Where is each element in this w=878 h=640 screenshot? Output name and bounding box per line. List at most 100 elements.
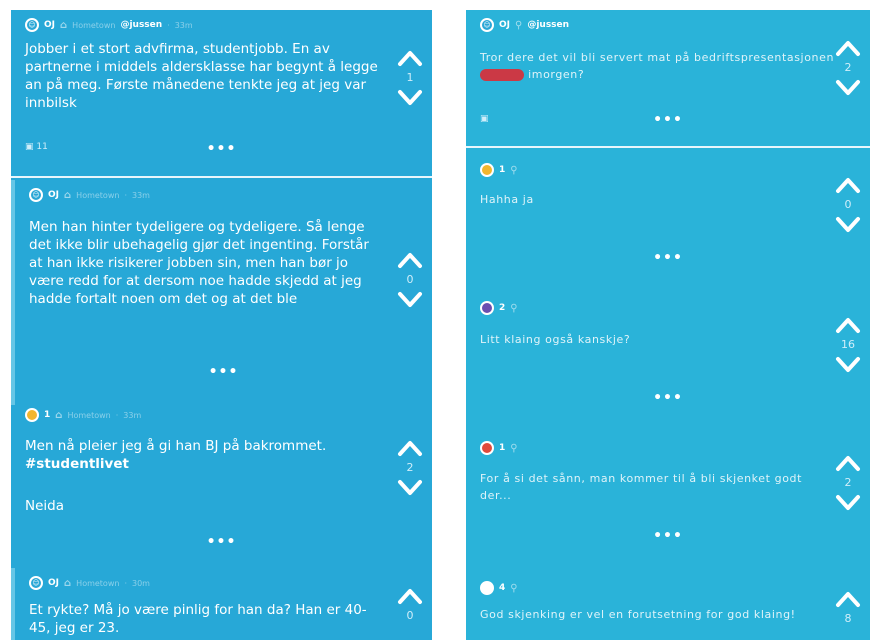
downvote-icon[interactable] bbox=[397, 290, 423, 310]
upvote-icon[interactable] bbox=[835, 175, 861, 195]
vote-count: 2 bbox=[844, 61, 852, 74]
channel-handle[interactable]: @jussen bbox=[120, 20, 162, 30]
more-options-button[interactable]: ••• bbox=[466, 112, 870, 128]
more-options-button[interactable]: ••• bbox=[466, 528, 870, 544]
op-badge-icon: ☺ bbox=[29, 576, 43, 590]
location-label: Hometown bbox=[67, 410, 111, 420]
user-badge-icon bbox=[480, 441, 494, 455]
more-options-button[interactable]: ••• bbox=[466, 250, 870, 266]
user-badge-icon bbox=[25, 408, 39, 422]
channel-handle[interactable]: @jussen bbox=[527, 20, 569, 30]
username: 1 bbox=[44, 410, 51, 420]
upvote-icon[interactable] bbox=[397, 586, 423, 606]
post-text: Et rykte? Må jo være pinlig for han da? … bbox=[29, 602, 367, 636]
post-meta: 1 ⚲ bbox=[480, 161, 518, 179]
post-time: 33m bbox=[123, 410, 142, 420]
username: OJ bbox=[48, 578, 59, 588]
post-text: For å si det sånn, man kommer til å bli … bbox=[480, 472, 803, 502]
user-badge-icon bbox=[480, 163, 494, 177]
location-label: Hometown bbox=[76, 578, 120, 588]
reply-post: 1 ⌂ Hometown · 33m Men nå pleier jeg å g… bbox=[11, 400, 432, 560]
hometown-icon: ⌂ bbox=[60, 19, 68, 31]
hometown-icon: ⌂ bbox=[55, 409, 63, 421]
post-text-extra: Neida bbox=[25, 498, 64, 514]
post-text: Men han hinter tydeligere og tydeligere.… bbox=[29, 219, 369, 307]
downvote-icon[interactable] bbox=[397, 88, 423, 108]
location-pin-icon: ⚲ bbox=[510, 582, 518, 594]
downvote-icon[interactable] bbox=[835, 493, 861, 513]
post-time: 33m bbox=[174, 20, 193, 30]
vote-count: 2 bbox=[844, 476, 852, 489]
user-badge-icon bbox=[480, 581, 494, 595]
upvote-icon[interactable] bbox=[835, 38, 861, 58]
post-meta: 4 ⚲ bbox=[480, 579, 518, 597]
op-badge-icon: ☺ bbox=[480, 18, 494, 32]
time-sep: · bbox=[115, 410, 119, 420]
post-text: Men nå pleier jeg å gi han BJ på bakromm… bbox=[25, 437, 381, 473]
reply-post: ☺ OJ ⌂ Hometown · 30m Et rykte? Må jo væ… bbox=[11, 568, 432, 640]
op-divider bbox=[11, 176, 432, 178]
reply-post: ☺ OJ ⌂ Hometown · 33m Men han hinter tyd… bbox=[11, 180, 432, 405]
vote-control: 2 bbox=[396, 438, 424, 498]
op-badge-icon: ☺ bbox=[29, 188, 43, 202]
op-divider bbox=[466, 146, 870, 148]
upvote-icon[interactable] bbox=[835, 589, 861, 609]
vote-control: 0 bbox=[396, 250, 424, 310]
post-text-main: Men nå pleier jeg å gi han BJ på bakromm… bbox=[25, 438, 327, 454]
post-meta: ☺ OJ ⌂ Hometown @jussen · 33m bbox=[25, 16, 193, 34]
more-options-button[interactable]: ••• bbox=[11, 141, 432, 157]
username: OJ bbox=[44, 20, 55, 30]
downvote-icon[interactable] bbox=[397, 478, 423, 498]
upvote-icon[interactable] bbox=[835, 315, 861, 335]
upvote-icon[interactable] bbox=[397, 438, 423, 458]
vote-control: 2 bbox=[834, 453, 862, 513]
vote-count: 2 bbox=[406, 461, 414, 474]
post-meta: ☺ OJ ⚲ @jussen bbox=[480, 16, 569, 34]
post-meta: 2 ⚲ bbox=[480, 299, 518, 317]
post-text-part: Tror dere det vil bli servert mat på bed… bbox=[480, 51, 835, 64]
op-badge-icon: ☺ bbox=[25, 18, 39, 32]
vote-control: 2 bbox=[834, 38, 862, 98]
more-options-button[interactable]: ••• bbox=[15, 364, 432, 380]
reply-post: 1 ⚲ Hahha ja 0 ••• bbox=[466, 155, 870, 290]
location-label: Hometown bbox=[72, 20, 116, 30]
post-meta: ☺ OJ ⌂ Hometown · 30m bbox=[29, 574, 150, 592]
upvote-icon[interactable] bbox=[397, 48, 423, 68]
post-text-part: imorgen? bbox=[524, 68, 585, 81]
hometown-icon: ⌂ bbox=[64, 577, 72, 589]
downvote-icon[interactable] bbox=[835, 355, 861, 375]
post-meta: 1 ⚲ bbox=[480, 439, 518, 457]
post-time: 33m bbox=[132, 190, 150, 200]
location-pin-icon: ⚲ bbox=[510, 442, 518, 454]
vote-control: 8 bbox=[834, 589, 862, 629]
post-text: Hahha ja bbox=[480, 193, 534, 206]
username: 4 bbox=[499, 583, 506, 593]
vote-count: 16 bbox=[841, 338, 855, 351]
vote-control: 0 bbox=[834, 175, 862, 235]
post-text: God skjenking er vel en forutsetning for… bbox=[480, 608, 796, 621]
user-badge-icon bbox=[480, 301, 494, 315]
upvote-icon[interactable] bbox=[835, 453, 861, 473]
post-text: Tror dere det vil bli servert mat på bed… bbox=[480, 49, 836, 83]
right-screenshot-panel: ☺ OJ ⚲ @jussen Tror dere det vil bli ser… bbox=[466, 10, 870, 640]
hashtag-link[interactable]: #studentlivet bbox=[25, 456, 129, 472]
original-post: ☺ OJ ⌂ Hometown @jussen · 33m Jobber i e… bbox=[11, 10, 432, 175]
username: 1 bbox=[499, 443, 506, 453]
time-sep: · bbox=[124, 190, 127, 200]
post-text: Jobber i et stort advfirma, studentjobb.… bbox=[25, 41, 378, 111]
location-pin-icon: ⚲ bbox=[510, 164, 518, 176]
time-sep: · bbox=[167, 20, 170, 30]
more-options-button[interactable]: ••• bbox=[11, 534, 432, 550]
username: OJ bbox=[48, 190, 59, 200]
left-screenshot-panel: ☺ OJ ⌂ Hometown @jussen · 33m Jobber i e… bbox=[11, 10, 432, 640]
downvote-icon[interactable] bbox=[835, 215, 861, 235]
downvote-icon[interactable] bbox=[835, 78, 861, 98]
hometown-icon: ⌂ bbox=[64, 189, 72, 201]
more-options-button[interactable]: ••• bbox=[466, 390, 870, 406]
reply-post: 2 ⚲ Litt klaing også kanskje? 16 ••• bbox=[466, 293, 870, 433]
username: 1 bbox=[499, 165, 506, 175]
location-label: Hometown bbox=[76, 190, 120, 200]
post-meta: ☺ OJ ⌂ Hometown · 33m bbox=[29, 186, 150, 204]
upvote-icon[interactable] bbox=[397, 250, 423, 270]
post-text: Litt klaing også kanskje? bbox=[480, 333, 631, 346]
